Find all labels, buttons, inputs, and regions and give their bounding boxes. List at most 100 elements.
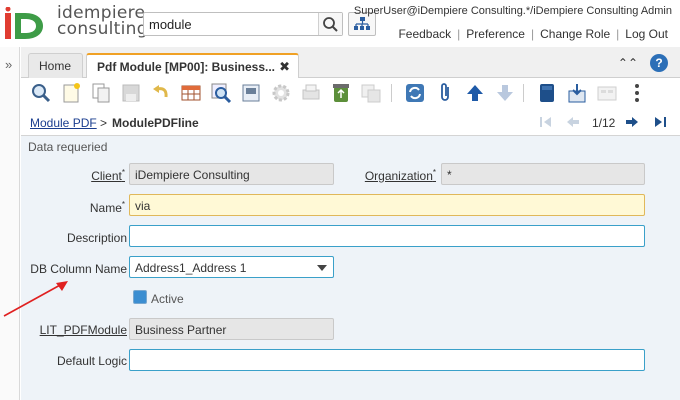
organization-label[interactable]: Organization*	[365, 168, 436, 183]
breadcrumb-current: ModulePDFline	[112, 116, 199, 130]
expand-panel-icon[interactable]: »	[5, 57, 12, 72]
db-column-name-select[interactable]: Address1_Address 1	[129, 256, 334, 278]
west-panel-collapsed: »	[0, 47, 20, 400]
record-form: Data requeried Client* iDempiere Consult…	[21, 136, 680, 400]
undo-icon	[153, 85, 168, 98]
delete-button[interactable]	[329, 81, 353, 105]
process-button[interactable]	[269, 81, 293, 105]
save-icon	[122, 84, 140, 102]
preference-link[interactable]: Preference	[460, 27, 531, 41]
mandatory-marker: *	[121, 168, 125, 177]
report-icon	[242, 84, 260, 102]
tab-home[interactable]: Home	[28, 53, 83, 78]
product-info-button[interactable]	[535, 81, 559, 105]
report-button[interactable]	[239, 81, 263, 105]
undo-button[interactable]	[149, 81, 173, 105]
help-icon[interactable]: ?	[650, 54, 668, 72]
attachment-icon	[441, 83, 449, 101]
archive-button[interactable]	[359, 81, 383, 105]
copy-icon	[92, 83, 110, 103]
section-label: Data requeried	[28, 140, 108, 154]
lit-pdfmodule-field: Business Partner	[129, 318, 334, 340]
change-role-link[interactable]: Change Role	[534, 27, 616, 41]
organization-field: *	[441, 163, 645, 185]
active-label: Active	[151, 292, 184, 306]
breadcrumb-separator: >	[100, 116, 108, 130]
print-button[interactable]	[299, 81, 323, 105]
toolbar-separator	[523, 84, 524, 102]
field-label-text: Client	[91, 169, 122, 183]
description-label: Description	[66, 231, 127, 245]
export-icon	[568, 84, 586, 103]
client-label[interactable]: Client*	[91, 168, 125, 183]
recycle-icon	[333, 84, 349, 102]
client-field: iDempiere Consulting	[129, 163, 334, 185]
default-logic-field[interactable]	[129, 349, 645, 371]
active-checkbox[interactable]	[133, 290, 147, 304]
first-record-icon[interactable]	[537, 113, 555, 131]
print-icon	[302, 84, 320, 100]
tab-label: Pdf Module [MP00]: Business...	[97, 60, 276, 74]
find-button[interactable]	[29, 81, 53, 105]
save-button[interactable]	[119, 81, 143, 105]
archive-icon	[361, 84, 381, 103]
search-button[interactable]	[318, 13, 342, 35]
new-record-button[interactable]	[59, 81, 83, 105]
description-field[interactable]	[129, 225, 645, 247]
default-logic-label: Default Logic	[56, 354, 127, 368]
more-actions-button[interactable]	[625, 81, 649, 105]
app-header: idempiere consulting SuperUser@iDempiere…	[0, 0, 680, 47]
next-record-icon[interactable]	[623, 113, 641, 131]
search-icon	[32, 84, 51, 103]
more-icon	[635, 84, 639, 102]
idempiere-logo[interactable]: idempiere consulting	[3, 5, 148, 43]
attachment-button[interactable]	[433, 81, 457, 105]
db-column-name-label: DB Column Name	[30, 262, 127, 276]
settings-icon	[272, 84, 290, 102]
previous-record-button[interactable]	[463, 81, 487, 105]
tab-label: Home	[39, 59, 72, 73]
new-record-icon	[63, 83, 80, 103]
annotation-arrow-icon	[3, 281, 68, 317]
selected-value: Address1_Address 1	[135, 261, 247, 275]
header-links: Feedback | Preference | Change Role | Lo…	[392, 27, 674, 41]
logo-mark-icon	[5, 7, 43, 39]
export-button[interactable]	[565, 81, 589, 105]
chevron-down-icon	[317, 265, 327, 271]
breadcrumb: Module PDF > ModulePDFline 1/12	[21, 108, 680, 136]
quick-form-button[interactable]	[595, 81, 619, 105]
refresh-icon	[406, 84, 424, 102]
arrow-down-icon	[497, 85, 513, 101]
global-search	[143, 12, 343, 36]
window-tabbar: Home Pdf Module [MP00]: Business... ✖ ⌃⌃…	[21, 47, 680, 79]
logo-line2: consulting	[57, 19, 148, 39]
window-toolbar	[21, 78, 680, 108]
name-label: Name*	[90, 200, 125, 215]
logo-wordmark: idempiere consulting	[57, 5, 148, 39]
refresh-button[interactable]	[403, 81, 427, 105]
field-label-text: Organization	[364, 169, 433, 183]
last-record-icon[interactable]	[651, 113, 669, 131]
mandatory-marker: *	[432, 168, 436, 177]
feedback-link[interactable]: Feedback	[392, 27, 457, 41]
next-record-button[interactable]	[493, 81, 517, 105]
zoom-across-button[interactable]	[209, 81, 233, 105]
breadcrumb-parent-link[interactable]: Module PDF	[30, 116, 97, 130]
previous-record-icon[interactable]	[564, 113, 582, 131]
maximize-icon[interactable]: ⌃⌃	[618, 56, 638, 70]
arrow-up-icon	[467, 85, 483, 101]
product-info-icon	[540, 84, 554, 102]
name-field[interactable]: via	[129, 194, 645, 216]
field-label-text: Name	[89, 201, 122, 215]
toolbar-separator	[391, 84, 392, 102]
quick-form-icon	[597, 86, 617, 101]
tab-pdf-module[interactable]: Pdf Module [MP00]: Business... ✖	[86, 53, 299, 79]
copy-button[interactable]	[89, 81, 113, 105]
user-context[interactable]: SuperUser@iDempiere Consulting.*/iDempie…	[354, 5, 672, 17]
close-tab-icon[interactable]: ✖	[279, 59, 290, 75]
global-search-input[interactable]	[144, 13, 318, 35]
grid-toggle-icon	[181, 85, 201, 101]
record-position: 1/12	[592, 116, 616, 130]
grid-toggle-button[interactable]	[179, 81, 203, 105]
logout-link[interactable]: Log Out	[619, 27, 674, 41]
